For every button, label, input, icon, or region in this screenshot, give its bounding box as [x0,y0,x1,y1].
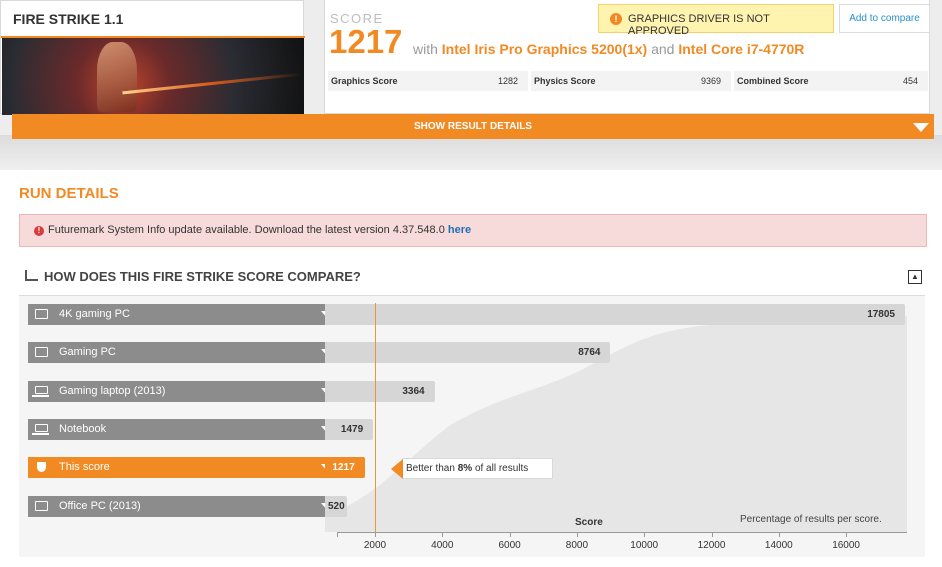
chart-icon [25,270,38,281]
compare-row-text: Gaming PC [59,346,116,359]
callout-percent: 8% [457,463,473,474]
axis-note: Percentage of results per score. [740,514,882,525]
run-details-panel: RUN DETAILS ! Futuremark System Info upd… [0,170,942,567]
score-bar: 8764 [325,342,611,364]
axis-tick [509,532,511,537]
test-thumbnail [2,38,304,115]
cpu-name[interactable]: Intel Core i7-4770R [678,41,804,57]
background-art [0,135,942,175]
axis-tick [846,532,848,537]
laptop-icon [32,423,49,435]
compare-row-label[interactable]: Notebook [28,418,343,440]
subscore-label: Graphics Score [331,76,398,86]
score-bar: 1217 [325,457,365,479]
compare-row-label[interactable]: This score [28,457,343,479]
x-axis [337,532,907,533]
run-details-title: RUN DETAILS [19,185,119,202]
warning-icon: ! [610,13,622,25]
subscore-graphics: Graphics Score 1282 [328,71,528,91]
callout-pre: Better than [406,463,455,474]
compare-row-label[interactable]: Gaming PC [28,342,343,364]
with-word: with [413,41,438,57]
update-notice: ! Futuremark System Info update availabl… [19,214,927,247]
axis-tick-label: 6000 [498,540,521,551]
update-notice-text: Futuremark System Info update available.… [48,224,445,236]
laptop-icon [32,385,49,397]
score-bar: 17805 [325,304,905,325]
axis-tick-label: 8000 [565,540,589,551]
axis-tick-label: 2000 [363,540,387,551]
subscore-label: Combined Score [737,76,809,86]
score-hardware: with Intel Iris Pro Graphics 5200(1x) an… [413,41,804,57]
show-result-details-label: SHOW RESULT DETAILS [414,121,532,132]
subscore-value: 1282 [497,76,518,86]
axis-tick-label: 14000 [764,540,793,551]
compare-row-text: Office PC (2013) [59,499,141,512]
compare-row-text: Notebook [59,422,107,435]
compare-heading: HOW DOES THIS FIRE STRIKE SCORE COMPARE? [25,269,361,284]
compare-chart: 4K gaming PC 17805 Gaming PC 8764 Gaming lap… [19,295,925,557]
trophy-icon [37,462,46,473]
axis-tick-label: 12000 [697,540,726,551]
show-result-details-button[interactable]: SHOW RESULT DETAILS [12,114,934,139]
axis-tick-label: 16000 [832,540,860,551]
score-panel: SCORE 1217 with Intel Iris Pro Graphics … [324,0,930,114]
chevron-down-icon [913,123,929,132]
monitor-icon [35,309,48,319]
test-title: FIRE STRIKE 1.1 [13,11,124,27]
score-value: 1217 [329,23,403,60]
add-to-compare-button[interactable]: Add to compare [839,4,930,33]
compare-row-text: This score [59,461,110,474]
test-card[interactable]: FIRE STRIKE 1.1 [0,0,305,115]
axis-tick [778,532,780,537]
compare-row-text: Gaming laptop (2013) [59,384,166,397]
gpu-name[interactable]: Intel Iris Pro Graphics 5200(1x) [442,41,647,57]
compare-row-text: 4K gaming PC [59,308,130,320]
compare-row-label[interactable]: Office PC (2013) [28,495,343,517]
axis-tick [644,532,646,537]
alert-icon: ! [34,226,44,236]
axis-tick [337,532,338,537]
subscore-combined: Combined Score 454 [734,71,928,91]
subscore-value: 9369 [700,76,721,86]
thumbnail-fire-streak [122,72,302,95]
score-bar: 3364 [325,380,435,402]
subscores: Graphics Score 1282 Physics Score 9369 C… [328,71,928,91]
score-bar: 1479 [325,418,374,440]
subscore-value: 454 [902,76,918,86]
axis-tick [375,532,376,537]
driver-warning-badge: ! GRAPHICS DRIVER IS NOT APPROVED [598,4,834,37]
monitor-icon [35,347,48,358]
compare-row-label[interactable]: Gaming laptop (2013) [28,380,343,402]
monitor-icon [35,500,48,511]
and-word: and [651,41,675,57]
axis-tick [442,532,444,537]
collapse-button[interactable]: ▲ [908,270,922,284]
update-link[interactable]: here [448,224,471,236]
axis-tick [711,532,713,537]
thumbnail-figure [97,42,137,112]
axis-tick [576,532,578,537]
callout-post: of all results [474,463,529,474]
compare-heading-text: HOW DOES THIS FIRE STRIKE SCORE COMPARE? [44,269,361,284]
axis-tick-label: 10000 [630,540,659,551]
subscore-label: Physics Score [534,76,596,86]
axis-title: Score [575,517,603,528]
score-percentile-callout: Better than 8% of all results [391,458,553,479]
compare-row-label[interactable]: 4K gaming PC [28,304,343,325]
driver-warning-text: GRAPHICS DRIVER IS NOT APPROVED [628,13,770,37]
subscore-physics: Physics Score 9369 [531,71,731,91]
axis-tick-label: 4000 [431,540,454,551]
this-score-marker [375,303,376,533]
score-bar: 520 [325,495,347,517]
